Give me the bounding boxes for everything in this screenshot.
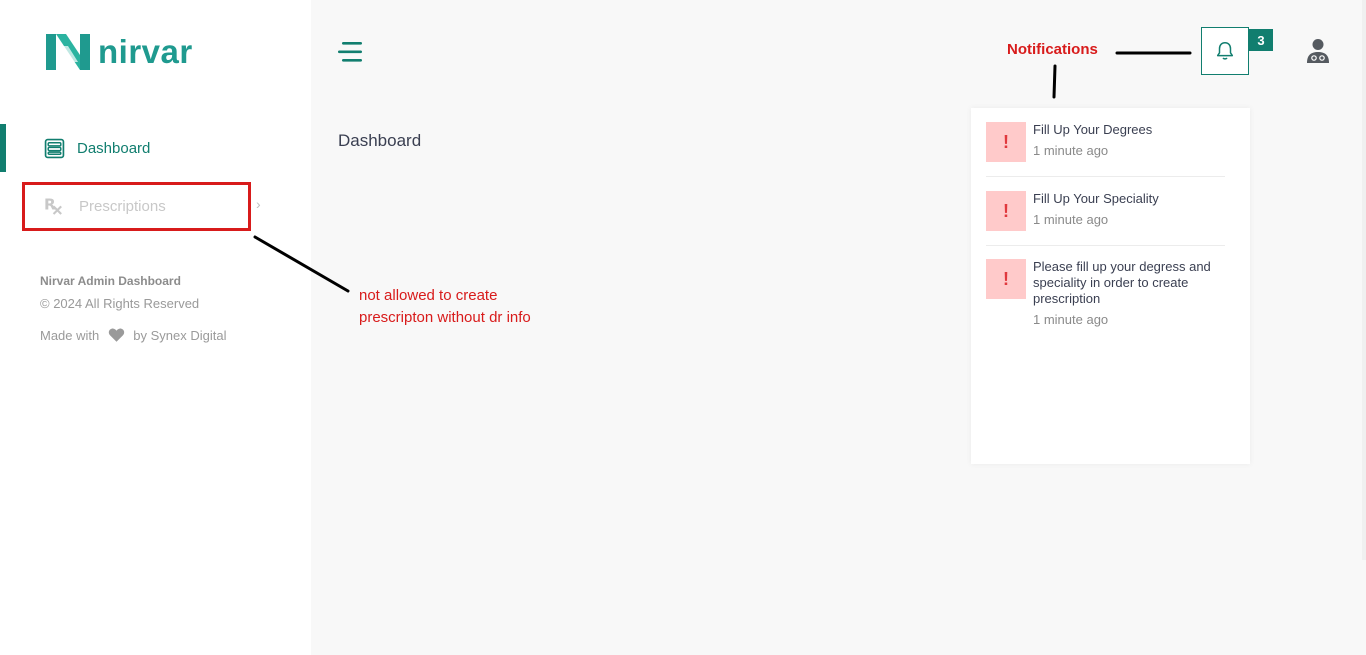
footer-copyright: © 2024 All Rights Reserved <box>40 296 200 311</box>
bell-icon <box>1216 42 1234 60</box>
rx-icon: R <box>44 195 62 215</box>
nirvar-logo-icon <box>46 34 90 70</box>
notification-text: Please fill up your degress and speciali… <box>1033 259 1211 306</box>
alert-icon: ! <box>986 122 1026 162</box>
brand-logo[interactable]: nirvar <box>44 32 193 72</box>
sidebar-item-prescriptions[interactable]: R Prescriptions › <box>0 182 311 230</box>
annotation-line: prescripton without dr info <box>359 309 531 326</box>
notification-text: Fill Up Your Degrees <box>1033 122 1153 137</box>
svg-text:R: R <box>44 195 56 213</box>
annotation-arrow-dropdown <box>1052 64 1057 99</box>
notification-time: 1 minute ago <box>1033 143 1109 158</box>
notification-text: Fill Up Your Speciality <box>1033 191 1159 206</box>
dashboard-icon <box>44 138 65 159</box>
sidebar: nirvar Dashboard R Prescriptions › Nirva… <box>0 0 311 655</box>
notification-count-badge: 3 <box>1249 29 1273 51</box>
footer-made-by: by Synex Digital <box>133 327 227 343</box>
sidebar-item-label: Dashboard <box>77 139 151 157</box>
menu-toggle-icon[interactable] <box>338 40 364 64</box>
notification-time: 1 minute ago <box>1033 212 1109 227</box>
divider <box>986 176 1225 177</box>
heart-icon <box>109 328 125 342</box>
active-indicator <box>0 124 6 172</box>
notification-time: 1 minute ago <box>1033 312 1109 327</box>
brand-name: nirvar <box>98 33 193 70</box>
annotation-prescription-note: not allowed to create prescripton withou… <box>359 285 599 329</box>
chevron-right-icon: › <box>256 196 261 212</box>
annotation-notifications-label: Notifications <box>1007 41 1098 58</box>
sidebar-item-dashboard[interactable]: Dashboard <box>0 124 311 172</box>
alert-icon: ! <box>986 259 1026 299</box>
alert-icon: ! <box>986 191 1026 231</box>
sidebar-item-label: Prescriptions <box>79 197 166 215</box>
divider <box>986 245 1225 246</box>
notifications-dropdown: ! Fill Up Your Degrees 1 minute ago ! Fi… <box>971 108 1250 464</box>
footer-credits: Made with by Synex Digital <box>40 327 226 343</box>
annotation-line: not allowed to create <box>359 287 498 304</box>
footer-made-with: Made with <box>40 327 100 343</box>
page-title: Dashboard <box>338 131 422 150</box>
doctor-avatar-icon[interactable] <box>1306 38 1330 64</box>
notifications-button[interactable] <box>1201 27 1249 75</box>
page-scrollbar[interactable] <box>1362 0 1366 560</box>
footer-title: Nirvar Admin Dashboard <box>40 274 181 288</box>
